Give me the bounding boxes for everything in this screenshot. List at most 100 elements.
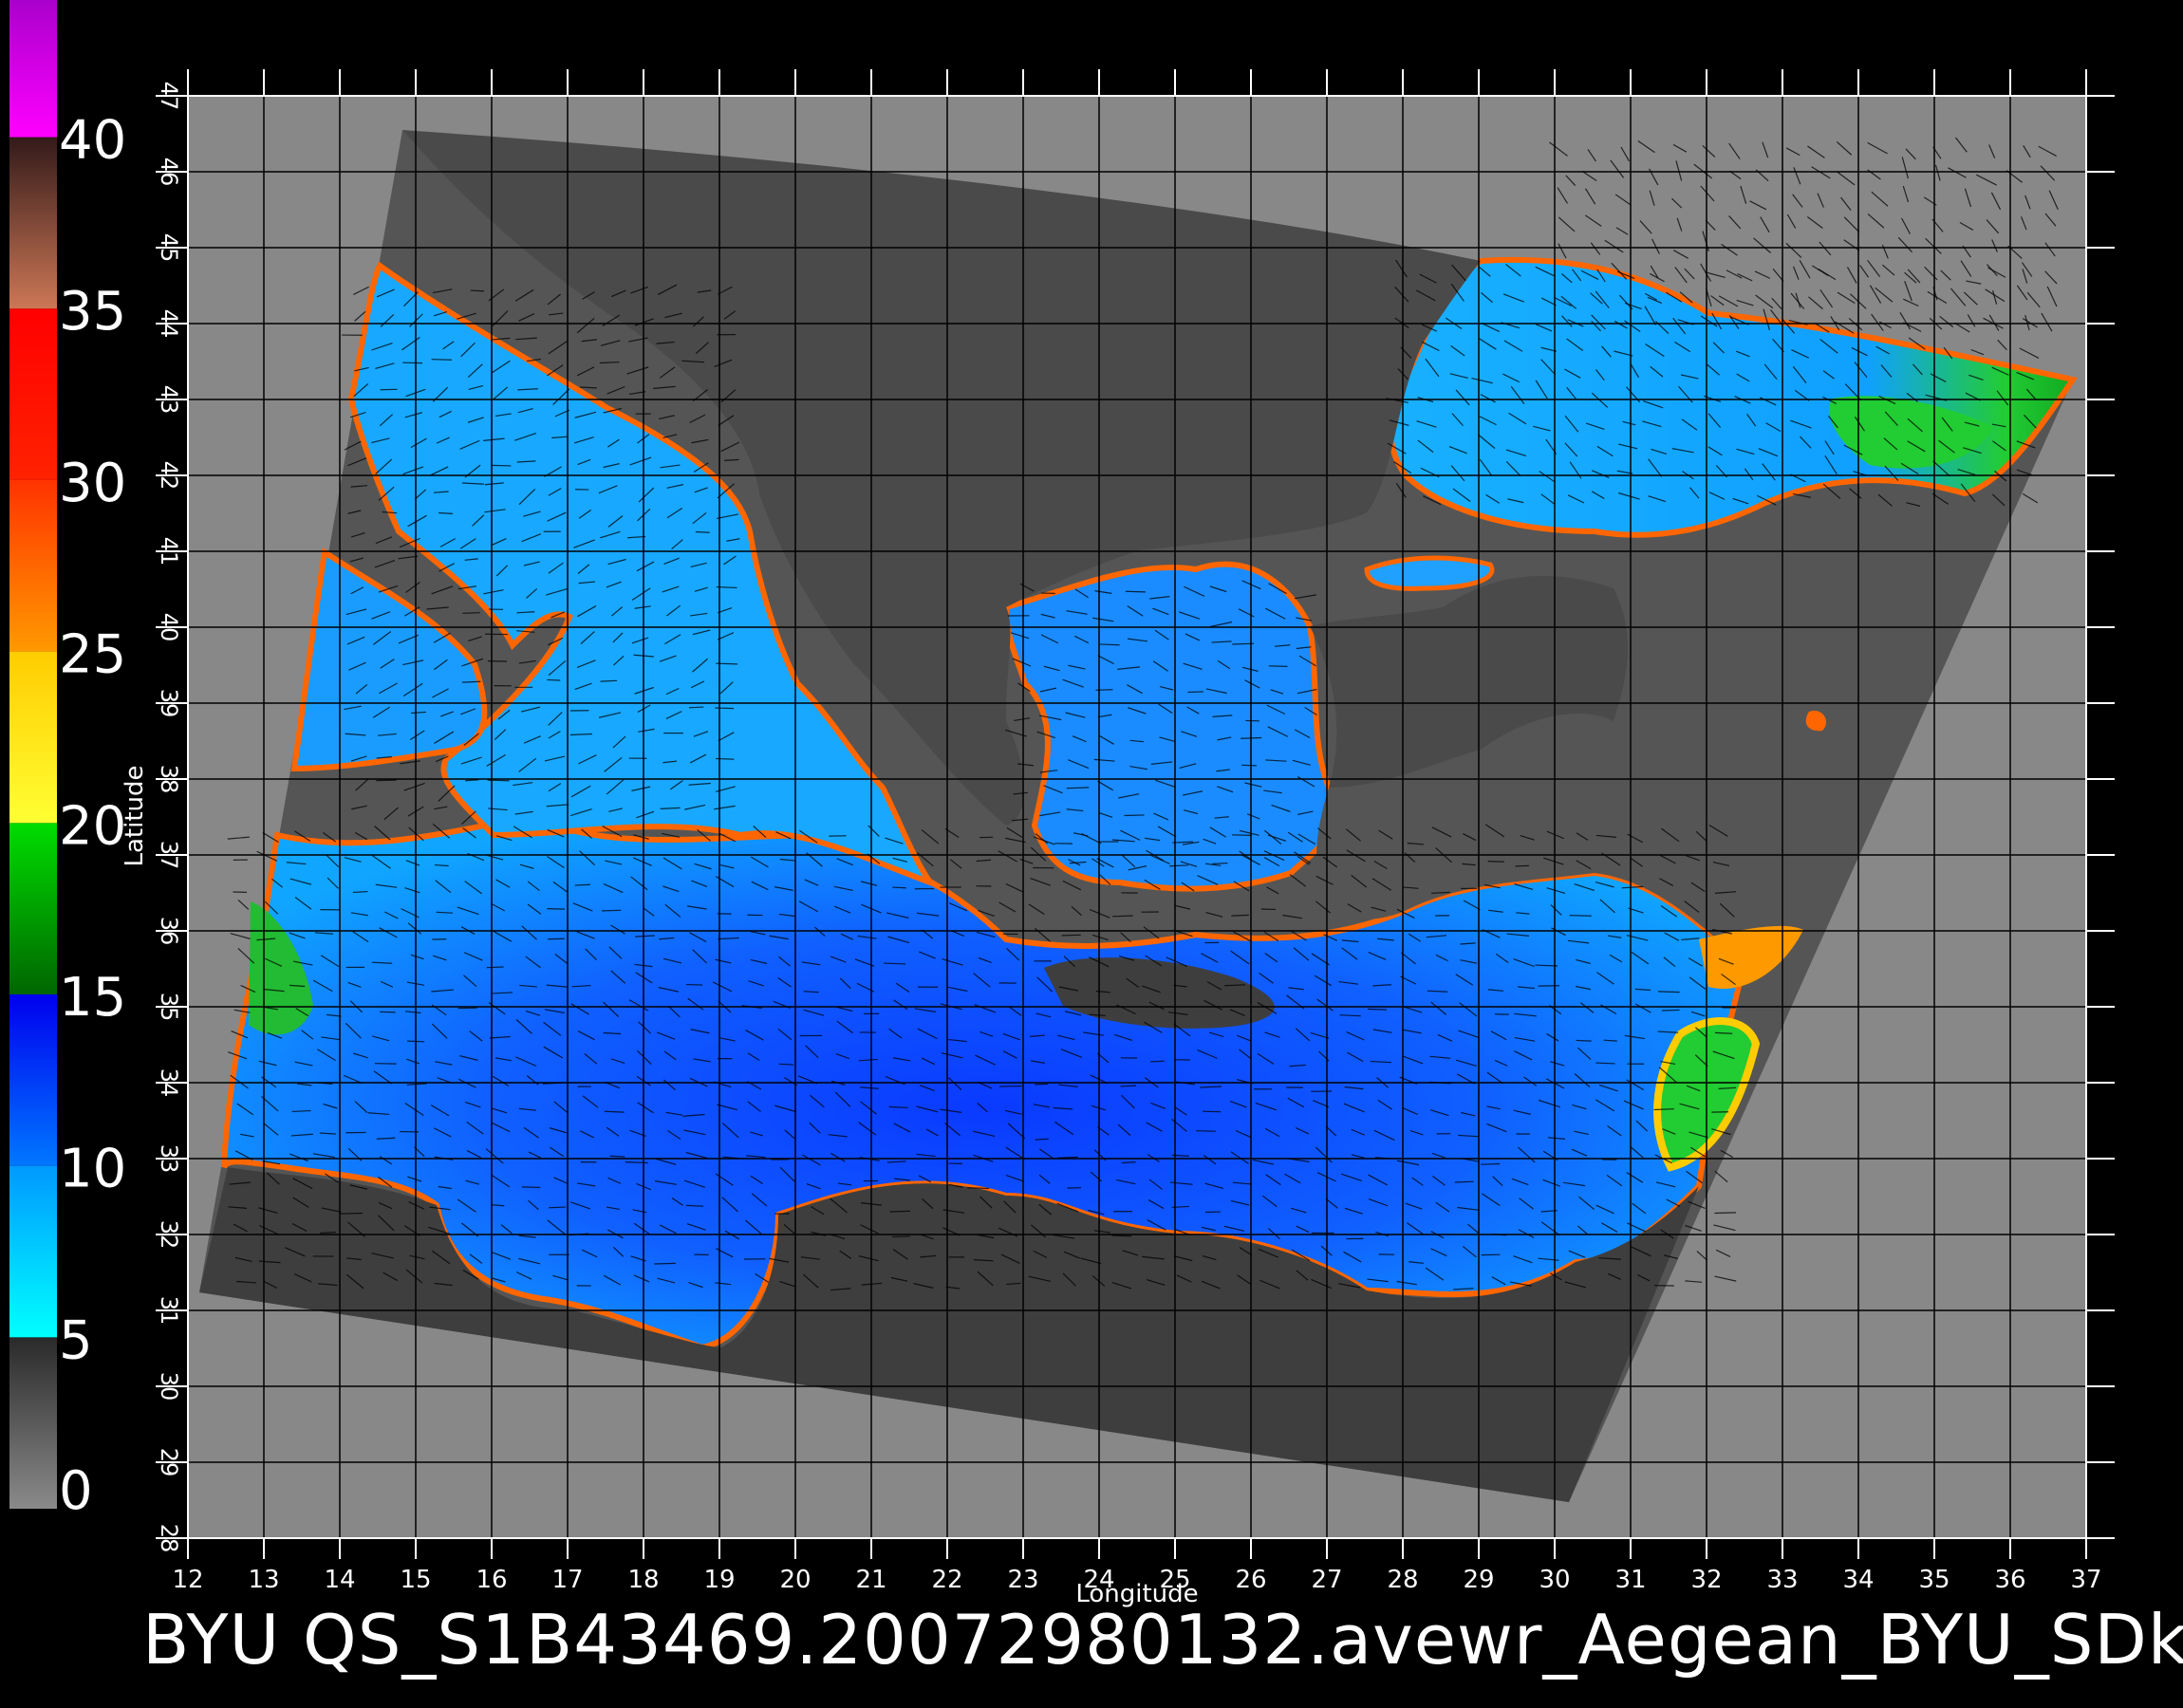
lat-tick-label: 34	[156, 1068, 182, 1098]
lon-tick-label: 27	[1311, 1566, 1342, 1594]
colorbar-segment	[9, 308, 57, 480]
wind-vector	[470, 289, 485, 292]
wind-speed-colorbar: 0 5 10 15 20 25 30 35 40	[9, 0, 126, 1522]
colorbar-label: 5	[59, 1309, 93, 1371]
lon-tick-label: 15	[400, 1566, 431, 1594]
lon-tick-label: 20	[779, 1566, 811, 1594]
lon-tick-label: 13	[248, 1566, 279, 1594]
wind-vector	[1095, 689, 1113, 691]
marmara-wind-field	[1364, 555, 1495, 591]
wind-vector	[376, 779, 397, 782]
wind-vector	[1515, 864, 1529, 867]
lon-tick-label: 28	[1387, 1566, 1418, 1594]
colorbar-label: 30	[59, 453, 126, 514]
wind-vector	[491, 464, 512, 467]
colorbar-segment	[9, 0, 57, 138]
lat-tick-label: 35	[156, 993, 182, 1022]
wind-vector	[291, 1109, 311, 1113]
lat-tick-label: 28	[156, 1524, 182, 1553]
wind-vector	[1061, 934, 1081, 937]
wind-vector	[1125, 590, 1146, 593]
wind-vector	[438, 511, 453, 514]
lat-tick-label: 38	[156, 765, 182, 794]
wind-vector	[654, 1262, 676, 1265]
lat-tick-label: 47	[156, 82, 182, 111]
colorbar-label: 25	[59, 624, 126, 686]
wind-vector	[574, 883, 590, 886]
wind-vector	[600, 679, 618, 682]
lon-tick-label: 16	[476, 1566, 507, 1594]
colorbar-label: 20	[59, 795, 126, 857]
colorbar-label: 10	[59, 1139, 126, 1200]
wind-vector	[462, 612, 480, 614]
colorbar-label: 0	[59, 1460, 93, 1522]
wind-vector	[407, 1040, 425, 1043]
wind-vector	[1657, 991, 1680, 993]
wind-vector	[778, 1063, 794, 1066]
lon-tick-label: 14	[324, 1566, 355, 1594]
colorbar-segment	[9, 993, 57, 1166]
wind-vector	[548, 938, 565, 940]
wind-vector	[1487, 861, 1504, 863]
colorbar-label: 15	[59, 967, 126, 1029]
lat-tick-label: 41	[156, 537, 182, 566]
wind-vector	[1099, 643, 1120, 646]
wind-vector	[1481, 1162, 1501, 1165]
wind-vector	[579, 386, 597, 389]
lat-tick-label: 32	[156, 1220, 182, 1250]
lon-tick-label: 34	[1842, 1566, 1874, 1594]
wind-vector	[486, 966, 504, 969]
wind-vector	[1241, 736, 1262, 739]
wind-vector	[695, 530, 710, 533]
lat-tick-label: 37	[156, 841, 182, 870]
wind-vector	[891, 1235, 910, 1238]
wind-vector	[1196, 1130, 1216, 1132]
wind-vector	[1112, 915, 1133, 918]
lat-tick-label: 33	[156, 1144, 182, 1174]
scatterometer-wind-map-figure: 12 13 14 15 16 17 18 19 20 21 22 23 24 25 26 27 28 29 30 31…	[9, 0, 2115, 1608]
colorbar-segment	[9, 479, 57, 652]
wind-vector	[1066, 787, 1090, 789]
wind-vector	[1212, 862, 1228, 865]
lat-tick-label: 42	[156, 461, 182, 491]
lon-tick-label: 22	[931, 1566, 962, 1594]
colorbar-segment	[9, 1165, 57, 1338]
lon-tick-label: 33	[1766, 1566, 1798, 1594]
lon-tick-label: 17	[551, 1566, 583, 1594]
lat-tick-label: 40	[156, 613, 182, 642]
wind-vector	[1661, 1009, 1680, 1012]
wind-vector	[1231, 914, 1249, 917]
lon-tick-label: 19	[703, 1566, 735, 1594]
colorbar-segment	[9, 651, 57, 824]
lat-tick-label: 36	[156, 917, 182, 946]
wind-vector	[1454, 1180, 1474, 1183]
wind-vector	[547, 678, 561, 681]
lat-tick-label: 46	[156, 158, 182, 187]
wind-vector	[1268, 665, 1288, 667]
lat-tick-label: 30	[156, 1372, 182, 1402]
wind-vector	[715, 707, 735, 710]
wind-vector	[1232, 834, 1252, 836]
wind-vector	[1187, 691, 1204, 694]
lon-tick-label: 31	[1614, 1566, 1646, 1594]
wind-vector	[601, 909, 622, 912]
wind-vector	[1714, 1212, 1736, 1215]
lon-tick-label: 26	[1235, 1566, 1266, 1594]
lon-tick-label: 36	[1994, 1566, 2025, 1594]
wind-vector	[1232, 642, 1255, 645]
lat-tick-label: 45	[156, 233, 182, 263]
wind-vector	[549, 1206, 567, 1209]
lon-tick-label: 37	[2070, 1566, 2101, 1594]
lon-tick-label: 18	[627, 1566, 659, 1594]
wind-vector	[1368, 1008, 1387, 1011]
wind-vector	[685, 1204, 704, 1207]
wind-vector	[1241, 764, 1257, 767]
wind-vector	[889, 1210, 911, 1213]
colorbar-label: 40	[59, 110, 126, 172]
wind-vector	[1653, 1108, 1674, 1111]
image-caption: BYU QS_S1B43469.20072980132.avewr_Aegean…	[142, 1600, 2183, 1680]
wind-vector	[716, 662, 738, 665]
wind-vector	[685, 983, 703, 986]
wind-vector	[521, 1186, 541, 1189]
lat-tick-label: 29	[156, 1448, 182, 1477]
